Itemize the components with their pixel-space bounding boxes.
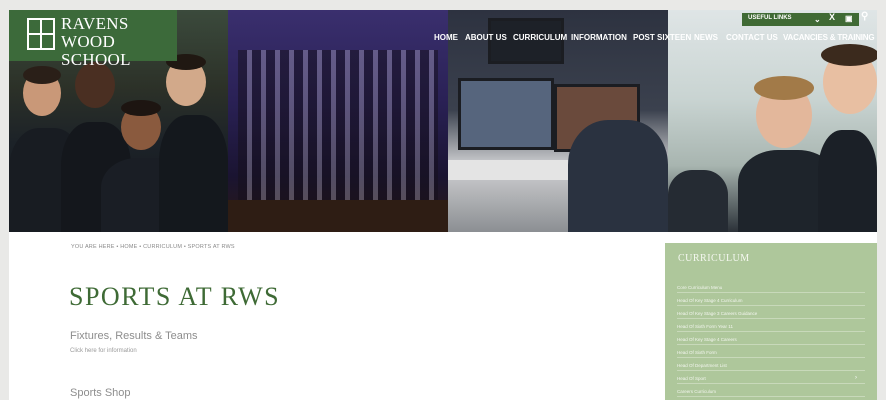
- x-social-icon[interactable]: X: [829, 13, 835, 22]
- nav-news[interactable]: NEWS: [694, 33, 718, 42]
- curriculum-sidebar: CURRICULUM Core Curriculum Menu Head Of …: [665, 243, 877, 400]
- sports-shop-heading[interactable]: Sports Shop: [70, 387, 131, 399]
- sidebar-item[interactable]: Head Of Key Stage 4 Curriculum: [677, 296, 865, 306]
- nav-about-us[interactable]: ABOUT US: [465, 33, 507, 42]
- hero-photo-studio: [448, 10, 668, 232]
- school-name-line1: RAVENS WOOD: [61, 14, 129, 51]
- nav-curriculum[interactable]: CURRICULUM: [513, 33, 567, 42]
- sidebar-item[interactable]: Core Curriculum Menu: [677, 283, 865, 293]
- page-title: SPORTS AT RWS: [69, 282, 281, 311]
- search-icon[interactable]: ⚲: [861, 12, 868, 22]
- breadcrumb[interactable]: YOU ARE HERE • HOME • CURRICULUM • SPORT…: [71, 244, 235, 250]
- chevron-right-icon: ›: [855, 375, 857, 381]
- sidebar-item[interactable]: Head Of Sixth Form Year 11: [677, 322, 865, 332]
- useful-links-label: USEFUL LINKS: [748, 15, 792, 21]
- nav-contact-us[interactable]: CONTACT US: [726, 33, 778, 42]
- page: RAVENS WOOD SCHOOL USEFUL LINKS ⌄ X ▣ ⚲ …: [9, 10, 877, 400]
- school-logo[interactable]: RAVENS WOOD SCHOOL: [9, 10, 177, 69]
- sidebar-item[interactable]: Head Of Key Stage 4 Careers: [677, 335, 865, 345]
- sidebar-item[interactable]: Careers Curriculum: [677, 387, 865, 397]
- sidebar-item[interactable]: Head Of Sixth Form: [677, 348, 865, 358]
- fixtures-link[interactable]: Click here for information: [70, 348, 137, 354]
- nav-post-sixteen[interactable]: POST SIXTEEN: [633, 33, 691, 42]
- useful-links-dropdown[interactable]: USEFUL LINKS ⌄: [742, 13, 859, 26]
- hero-banner: RAVENS WOOD SCHOOL USEFUL LINKS ⌄ X ▣ ⚲ …: [9, 10, 877, 232]
- sidebar-item-sport[interactable]: Head Of Sport ›: [677, 374, 865, 384]
- school-name-line2: SCHOOL: [61, 50, 131, 69]
- translate-icon[interactable]: ▣: [845, 14, 853, 23]
- nav-information[interactable]: INFORMATION: [571, 33, 627, 42]
- sidebar-item-label: Head Of Sport: [677, 376, 706, 381]
- sidebar-title: CURRICULUM: [678, 253, 750, 264]
- crest-icon: [27, 18, 55, 50]
- sidebar-item[interactable]: Head Of Key Stage 3 Careers Guidance: [677, 309, 865, 319]
- sidebar-item[interactable]: Head Of Department List: [677, 361, 865, 371]
- nav-vacancies-training[interactable]: VACANCIES & TRAINING: [783, 33, 875, 42]
- hero-photo-choir: [228, 10, 448, 232]
- nav-home[interactable]: HOME: [434, 33, 458, 42]
- fixtures-heading[interactable]: Fixtures, Results & Teams: [70, 330, 198, 342]
- hero-photo-smiling-boys: [668, 10, 877, 232]
- chevron-down-icon: ⌄: [814, 15, 821, 24]
